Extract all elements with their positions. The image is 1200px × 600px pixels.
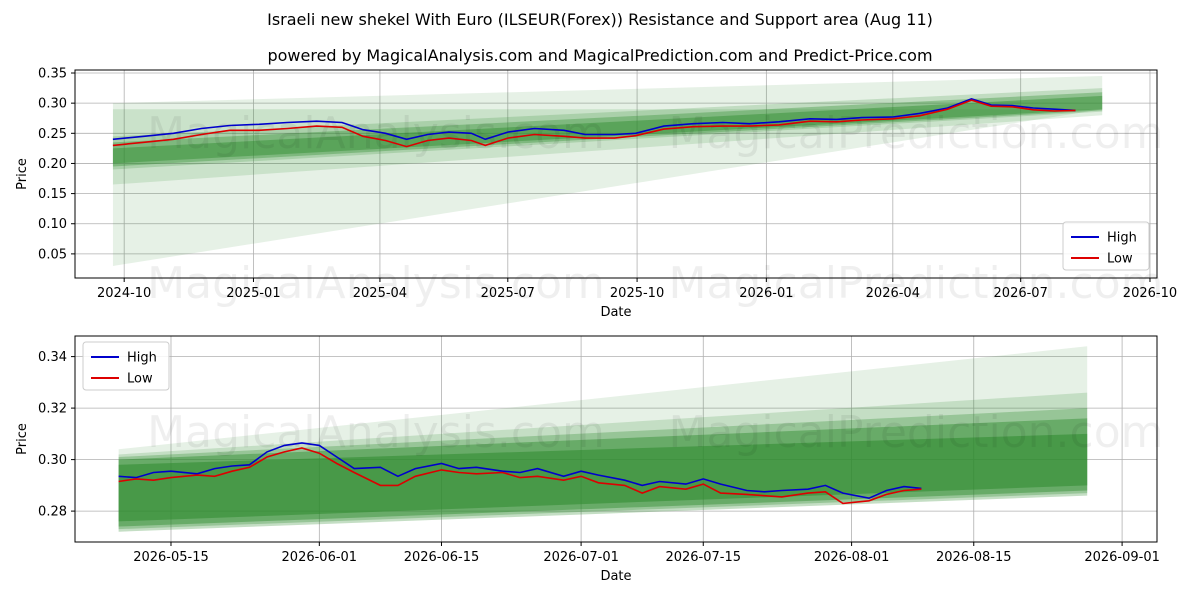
watermark-text: MagicalPrediction.com [669, 407, 1164, 458]
x-axis-title: Date [600, 569, 631, 584]
x-axis-title: Date [600, 305, 631, 320]
y-tick-label: 0.28 [38, 505, 67, 520]
y-tick-label: 0.30 [38, 453, 67, 468]
x-tick-label: 2025-04 [353, 286, 407, 301]
x-tick-label: 2026-10 [1123, 286, 1177, 301]
watermark-text: MagicalAnalysis.com [147, 108, 605, 159]
y-tick-label: 0.10 [38, 217, 67, 232]
legend: High Low [82, 341, 170, 391]
legend: High Low [1062, 221, 1150, 271]
legend-box [82, 341, 170, 391]
charts-canvas: MagicalAnalysis.com MagicalPrediction.com… [15, 67, 1177, 584]
chart-panel-2: MagicalAnalysis.com MagicalPrediction.com… [15, 335, 1164, 584]
y-tick-label: 0.05 [38, 247, 67, 262]
x-tick-label: 2026-08-01 [814, 550, 890, 565]
y-tick-label: 0.25 [38, 127, 67, 142]
watermark-text: MagicalAnalysis.com [147, 407, 605, 458]
y-tick-label: 0.34 [38, 350, 67, 365]
chart-panel-1: MagicalAnalysis.com MagicalPrediction.com… [15, 67, 1177, 320]
x-tick-label: 2025-10 [610, 286, 664, 301]
legend-label-low: Low [1107, 252, 1133, 267]
y-tick-label: 0.20 [38, 157, 67, 172]
x-tick-label: 2024-10 [97, 286, 151, 301]
x-tick-label: 2026-07 [994, 286, 1048, 301]
x-tick-label: 2025-07 [481, 286, 535, 301]
x-tick-label: 2026-06-01 [282, 550, 358, 565]
x-tick-label: 2026-04 [866, 286, 920, 301]
x-tick-label: 2026-07-01 [543, 550, 619, 565]
legend-label-low: Low [127, 372, 153, 387]
y-tick-label: 0.30 [38, 97, 67, 112]
y-axis-title: Price [15, 423, 30, 455]
x-tick-label: 2026-09-01 [1084, 550, 1160, 565]
y-tick-label: 0.15 [38, 187, 67, 202]
x-tick-label: 2026-08-15 [936, 550, 1012, 565]
legend-label-high: High [1107, 231, 1137, 246]
legend-label-high: High [127, 351, 157, 366]
x-tick-label: 2026-05-15 [133, 550, 209, 565]
watermark-text: MagicalAnalysis.com [147, 258, 605, 309]
y-tick-label: 0.32 [38, 402, 67, 417]
y-axis-title: Price [15, 158, 30, 190]
legend-box [1062, 221, 1150, 271]
x-tick-label: 2025-01 [226, 286, 280, 301]
y-tick-label: 0.35 [38, 67, 67, 82]
support-resistance-bands [112, 76, 1103, 266]
x-tick-label: 2026-06-15 [404, 550, 480, 565]
x-tick-label: 2026-01 [739, 286, 793, 301]
x-tick-label: 2026-07-15 [665, 550, 741, 565]
